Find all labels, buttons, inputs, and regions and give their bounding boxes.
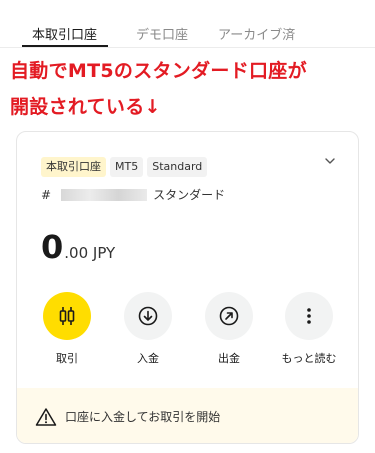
badge-platform: MT5 [110, 157, 144, 177]
account-tabs: 本取引口座 デモ口座 アーカイブ済 [0, 0, 375, 48]
active-tab-indicator [22, 45, 108, 47]
tab-archived[interactable]: アーカイブ済 [218, 24, 295, 43]
withdraw-button-label: 出金 [218, 352, 240, 365]
account-balance: 0 .00 JPY [41, 228, 115, 266]
account-number-redacted [61, 188, 148, 201]
chevron-down-icon[interactable] [323, 154, 337, 168]
annotation-line-1: 自動でMT5のスタンダード口座が [10, 60, 307, 82]
withdraw-button[interactable]: 出金 [194, 292, 264, 366]
candlestick-icon [59, 307, 75, 325]
balance-decimal-currency: .00 JPY [64, 244, 116, 262]
deposit-button-circle [124, 292, 172, 340]
balance-integer: 0 [41, 228, 64, 266]
tab-demo-account[interactable]: デモ口座 [136, 24, 188, 43]
tab-live-account[interactable]: 本取引口座 [32, 24, 97, 43]
badge-account-type: Standard [147, 157, 208, 177]
more-vertical-icon [307, 308, 311, 324]
trade-button-label: 取引 [56, 352, 78, 365]
deposit-notice-text: 口座に入金してお取引を開始 [65, 410, 221, 424]
warning-icon [35, 407, 57, 426]
more-button-circle [285, 292, 333, 340]
account-hash: # [41, 187, 52, 202]
deposit-notice[interactable]: 口座に入金してお取引を開始 [17, 388, 358, 443]
arrow-up-right-circle-icon [219, 306, 239, 326]
withdraw-button-circle [205, 292, 253, 340]
account-badges: 本取引口座 MT5 Standard [41, 157, 208, 177]
trade-button[interactable]: 取引 [32, 292, 102, 366]
account-type-label: スタンダード [153, 188, 226, 202]
more-button-label: もっと読む [281, 352, 337, 365]
deposit-button[interactable]: 入金 [113, 292, 183, 366]
account-card: 本取引口座 MT5 Standard # スタンダード 0 .00 JPY 取引 [16, 131, 359, 444]
arrow-down-circle-icon [138, 306, 158, 326]
annotation-line-2: 開設されている↓ [10, 96, 161, 118]
trade-button-circle [43, 292, 91, 340]
account-number-row: # スタンダード [41, 186, 225, 203]
badge-live-account: 本取引口座 [41, 157, 106, 177]
account-actions: 取引 入金 出金 もっと読む [17, 292, 358, 372]
more-button[interactable]: もっと読む [274, 292, 344, 366]
deposit-button-label: 入金 [137, 352, 159, 365]
annotation-overlay: 自動でMT5のスタンダード口座が 開設されている↓ [10, 50, 358, 126]
